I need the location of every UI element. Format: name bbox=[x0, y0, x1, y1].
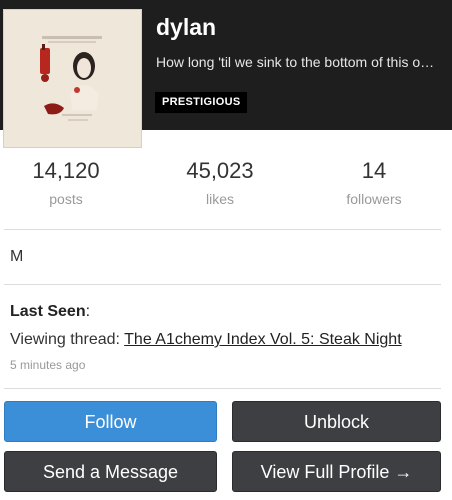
activity-prefix: Viewing thread: bbox=[10, 331, 120, 348]
view-full-profile-button[interactable]: View Full Profile → bbox=[232, 451, 441, 492]
album-art-image bbox=[4, 10, 141, 147]
avatar[interactable] bbox=[4, 10, 141, 147]
user-tagline: How long 'til we sink to the bottom of t… bbox=[156, 54, 436, 70]
likes-label: likes bbox=[205, 191, 234, 207]
stat-likes[interactable]: 45,023 likes bbox=[145, 158, 295, 207]
divider bbox=[4, 388, 441, 389]
status-badge: PRESTIGIOUS bbox=[155, 92, 248, 113]
last-seen-activity: Viewing thread: The A1chemy Index Vol. 5… bbox=[10, 331, 442, 349]
posts-label: posts bbox=[49, 191, 83, 207]
username: dylan bbox=[156, 14, 217, 40]
last-seen-time: 5 minutes ago bbox=[10, 358, 86, 372]
likes-count: 45,023 bbox=[186, 158, 254, 183]
followers-label: followers bbox=[346, 191, 402, 207]
divider bbox=[4, 229, 441, 230]
send-message-button[interactable]: Send a Message bbox=[4, 451, 217, 492]
follow-button[interactable]: Follow bbox=[4, 401, 217, 442]
last-seen-label: Last Seen bbox=[10, 303, 86, 320]
posts-count: 14,120 bbox=[32, 158, 100, 183]
followers-count: 14 bbox=[361, 158, 387, 183]
last-seen-heading: Last Seen: bbox=[10, 303, 91, 320]
thread-link[interactable]: The A1chemy Index Vol. 5: Steak Night bbox=[124, 331, 402, 348]
user-bio: M bbox=[10, 248, 24, 265]
stat-posts[interactable]: 14,120 posts bbox=[0, 158, 141, 207]
profile-stats: 14,120 posts 45,023 likes 14 followers bbox=[0, 158, 452, 218]
divider bbox=[4, 284, 441, 285]
unblock-button[interactable]: Unblock bbox=[232, 401, 441, 442]
stat-followers[interactable]: 14 followers bbox=[299, 158, 449, 207]
